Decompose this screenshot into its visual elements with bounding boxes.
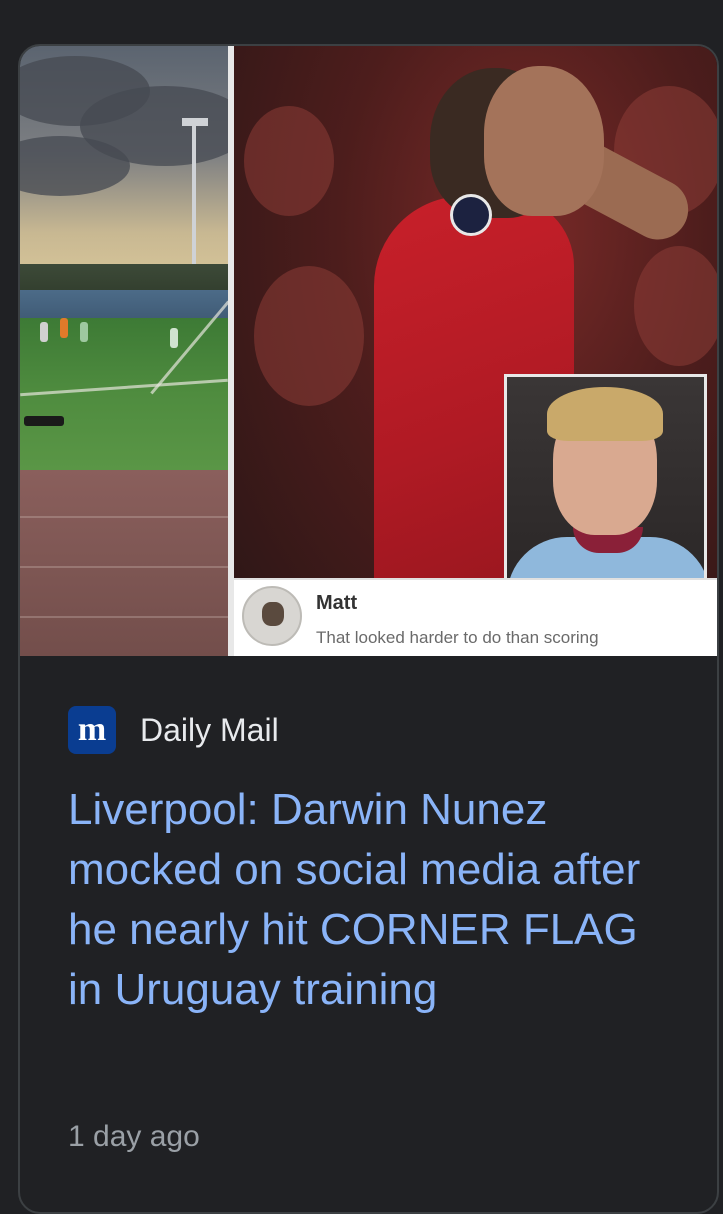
article-timestamp: 1 day ago <box>68 1120 200 1153</box>
comment-author: Matt <box>316 592 358 614</box>
champions-league-badge-icon <box>450 194 492 236</box>
source-name: Daily Mail <box>140 711 279 748</box>
comment-avatar <box>242 586 302 646</box>
article-thumbnail[interactable]: Matt That looked harder to do than scori… <box>20 46 717 656</box>
comment-text: That looked harder to do than scoring <box>316 628 599 647</box>
thumbnail-inset-photo <box>504 374 707 600</box>
thumbnail-player-photo: Matt That looked harder to do than scori… <box>234 46 717 656</box>
daily-mail-logo-icon: m <box>68 706 116 754</box>
article-source: m Daily Mail <box>68 706 279 754</box>
article-headline[interactable]: Liverpool: Darwin Nunez mocked on social… <box>68 780 668 1020</box>
thumbnail-field-photo <box>20 46 228 656</box>
social-comment: Matt That looked harder to do than scori… <box>234 578 717 656</box>
news-card[interactable]: Matt That looked harder to do than scori… <box>18 44 719 1214</box>
